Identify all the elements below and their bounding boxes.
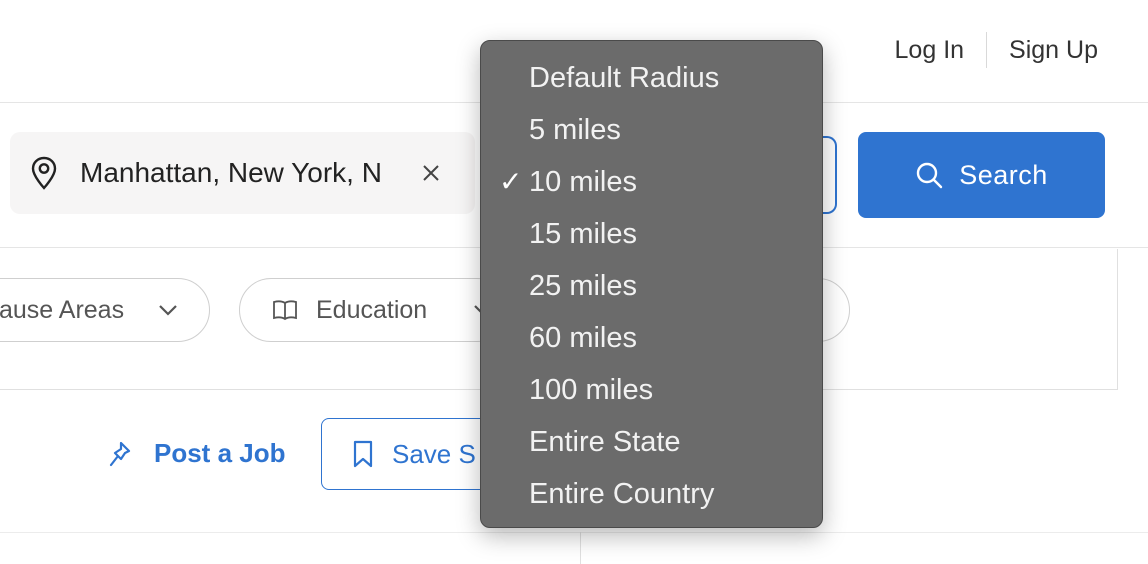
education-filter[interactable]: Education [239, 278, 509, 342]
search-button[interactable]: Search [858, 132, 1105, 218]
radius-option-25[interactable]: 25 miles [481, 260, 822, 312]
chevron-down-icon [159, 305, 177, 316]
radius-option-entire-state[interactable]: Entire State [481, 416, 822, 468]
location-pin-icon [31, 156, 57, 190]
divider [580, 532, 581, 564]
radius-option-default[interactable]: Default Radius [481, 52, 822, 104]
save-search-label: Save S [392, 438, 476, 469]
auth-links: Log In Sign Up [895, 32, 1098, 68]
checkmark-icon: ✓ [499, 166, 523, 197]
radius-option-entire-country[interactable]: Entire Country [481, 468, 822, 520]
book-icon [273, 300, 297, 321]
pin-icon [109, 441, 131, 466]
post-job-link[interactable]: Post a Job [108, 438, 285, 469]
radius-dropdown-menu: Default Radius 5 miles ✓ 10 miles 15 mile… [480, 40, 823, 528]
close-icon[interactable] [414, 156, 448, 190]
search-button-label: Search [959, 159, 1048, 190]
post-job-label: Post a Job [154, 438, 286, 468]
bookmark-icon [353, 440, 373, 468]
location-input[interactable] [80, 150, 402, 196]
cause-areas-label: ause Areas [0, 295, 125, 324]
radius-option-15[interactable]: 15 miles [481, 208, 822, 260]
login-link[interactable]: Log In [895, 36, 965, 65]
radius-option-5[interactable]: 5 miles [481, 104, 822, 156]
cause-areas-filter[interactable]: ause Areas [0, 278, 210, 342]
location-field[interactable] [10, 132, 475, 214]
radius-option-10[interactable]: ✓ 10 miles [481, 156, 822, 208]
search-icon [917, 162, 943, 189]
radius-option-60[interactable]: 60 miles [481, 312, 822, 364]
auth-divider [986, 32, 988, 68]
signup-link[interactable]: Sign Up [1009, 36, 1098, 65]
divider [0, 532, 1148, 533]
education-label: Education [316, 295, 428, 324]
radius-option-100[interactable]: 100 miles [481, 364, 822, 416]
